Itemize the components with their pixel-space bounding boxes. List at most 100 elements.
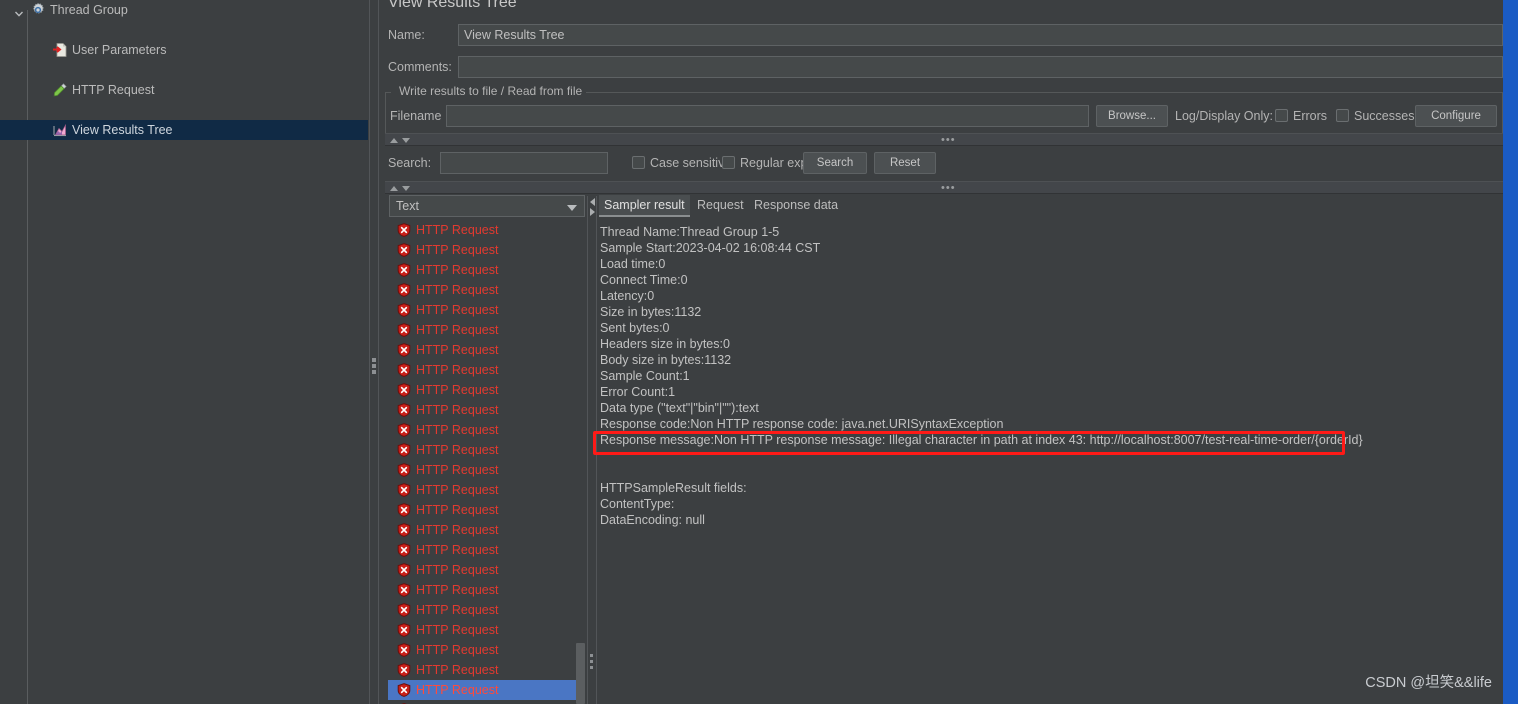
sampler-result-line: Load time:0 xyxy=(600,257,666,271)
result-list-item-label: HTTP Request xyxy=(416,403,499,417)
result-list-item[interactable]: HTTP Request xyxy=(388,300,576,320)
result-list-item-label: HTTP Request xyxy=(416,323,499,337)
result-list-item-label: HTTP Request xyxy=(416,383,499,397)
result-list-item-label: HTTP Request xyxy=(416,423,499,437)
tree-item-label: Thread Group xyxy=(50,3,128,17)
right-edge-blue-strip xyxy=(1503,0,1518,704)
result-list-item[interactable]: HTTP Request xyxy=(388,320,576,340)
tab-request[interactable]: Request xyxy=(692,195,749,217)
more-options-icon[interactable]: ••• xyxy=(941,134,956,147)
configure-button[interactable]: Configure xyxy=(1415,105,1497,127)
successes-checkbox[interactable] xyxy=(1336,109,1349,122)
result-list-item-label: HTTP Request xyxy=(416,443,499,457)
result-list-item-label: HTTP Request xyxy=(416,583,499,597)
result-list-item[interactable]: HTTP Request xyxy=(388,380,576,400)
tree-item-user-parameters[interactable]: User Parameters xyxy=(0,40,368,60)
sampler-result-line: Latency:0 xyxy=(600,289,655,303)
result-list-item[interactable]: HTTP Request xyxy=(388,560,576,580)
result-list-item[interactable]: HTTP Request xyxy=(388,520,576,540)
result-list-item[interactable]: HTTP Request xyxy=(388,400,576,420)
result-list-item[interactable]: HTTP Request xyxy=(388,460,576,480)
result-list-item[interactable]: HTTP Request xyxy=(388,660,576,680)
more-options-icon[interactable]: ••• xyxy=(941,182,956,195)
results-list[interactable]: HTTP Request HTTP Request HTTP Request HTTP… xyxy=(388,220,576,704)
tree-item-thread-group[interactable]: Thread Group xyxy=(0,0,368,20)
results-detail-split-divider[interactable] xyxy=(586,196,598,704)
collapse-down-icon[interactable] xyxy=(402,186,410,191)
error-shield-icon xyxy=(397,323,411,337)
case-sensitive-label: Case sensitive xyxy=(650,156,732,170)
result-list-item[interactable]: HTTP Request xyxy=(388,640,576,660)
tab-sampler-result[interactable]: Sampler result xyxy=(599,195,690,217)
name-input[interactable]: View Results Tree xyxy=(458,24,1503,46)
search-input[interactable] xyxy=(440,152,608,174)
chevron-down-icon[interactable] xyxy=(14,5,24,17)
sampler-result-line: HTTPSampleResult fields: xyxy=(600,481,747,495)
renderer-select[interactable]: Text xyxy=(389,195,585,217)
filename-input[interactable] xyxy=(446,105,1089,127)
tab-response-data[interactable]: Response data xyxy=(749,195,843,217)
error-shield-icon xyxy=(397,503,411,517)
result-list-item[interactable]: HTTP Request xyxy=(388,700,576,704)
result-list-item-label: HTTP Request xyxy=(416,523,499,537)
browse-button[interactable]: Browse... xyxy=(1096,105,1168,127)
result-list-item[interactable]: HTTP Request xyxy=(388,260,576,280)
search-button[interactable]: Search xyxy=(803,152,867,174)
case-sensitive-checkbox[interactable] xyxy=(632,156,645,169)
result-list-item[interactable]: HTTP Request xyxy=(388,220,576,240)
error-shield-icon xyxy=(397,683,411,697)
error-shield-icon xyxy=(397,363,411,377)
result-list-item[interactable]: HTTP Request xyxy=(388,340,576,360)
error-shield-icon xyxy=(397,303,411,317)
sampler-result-line: Connect Time:0 xyxy=(600,273,688,287)
collapse-bar-search[interactable]: ••• xyxy=(385,133,1503,146)
sampler-result-line: DataEncoding: null xyxy=(600,513,705,527)
comments-input[interactable] xyxy=(458,56,1503,78)
result-list-item[interactable]: HTTP Request xyxy=(388,420,576,440)
test-plan-tree[interactable]: Thread Group User Parameters HTTP Reques… xyxy=(0,0,368,704)
collapse-down-icon[interactable] xyxy=(402,138,410,143)
tree-item-view-results-tree[interactable]: View Results Tree xyxy=(0,120,368,140)
sampler-result-text[interactable]: Thread Name:Thread Group 1-5 Sample Start… xyxy=(600,224,1500,528)
errors-label: Errors xyxy=(1293,109,1328,123)
result-list-item[interactable]: HTTP Request xyxy=(388,620,576,640)
error-shield-icon xyxy=(397,523,411,537)
result-list-item-label: HTTP Request xyxy=(416,463,499,477)
successes-label: Successes xyxy=(1354,109,1415,123)
tree-item-label: HTTP Request xyxy=(72,83,155,97)
results-list-scrollbar[interactable] xyxy=(576,220,585,704)
result-list-item[interactable]: HTTP Request xyxy=(388,360,576,380)
error-shield-icon xyxy=(397,583,411,597)
sampler-blank-line xyxy=(600,448,1500,464)
main-split-divider[interactable] xyxy=(368,0,380,704)
error-shield-icon xyxy=(397,283,411,297)
filename-label: Filename xyxy=(390,109,442,123)
result-list-item[interactable]: HTTP Request xyxy=(388,240,576,260)
collapse-up-icon[interactable] xyxy=(390,186,398,191)
tree-item-http-request[interactable]: HTTP Request xyxy=(0,80,368,100)
result-list-item[interactable]: HTTP Request xyxy=(388,540,576,560)
comments-label: Comments: xyxy=(388,60,452,74)
result-list-item[interactable]: HTTP Request xyxy=(388,680,576,700)
collapse-up-icon[interactable] xyxy=(390,138,398,143)
errors-checkbox[interactable] xyxy=(1275,109,1288,122)
result-tabs[interactable]: Sampler result Request Response data xyxy=(599,195,879,217)
result-list-item[interactable]: HTTP Request xyxy=(388,600,576,620)
result-list-item-label: HTTP Request xyxy=(416,303,499,317)
error-shield-icon xyxy=(397,563,411,577)
regular-exp-checkbox[interactable] xyxy=(722,156,735,169)
error-shield-icon xyxy=(397,223,411,237)
error-shield-icon xyxy=(397,343,411,357)
scrollbar-thumb[interactable] xyxy=(576,643,585,704)
log-display-only-label: Log/Display Only: xyxy=(1175,109,1273,123)
sampler-result-line: ContentType: xyxy=(600,497,675,511)
result-list-item[interactable]: HTTP Request xyxy=(388,500,576,520)
result-list-item[interactable]: HTTP Request xyxy=(388,580,576,600)
reset-button[interactable]: Reset xyxy=(874,152,936,174)
result-list-item[interactable]: HTTP Request xyxy=(388,280,576,300)
sampler-result-line: Sample Start:2023-04-02 16:08:44 CST xyxy=(600,241,821,255)
chevron-down-icon[interactable] xyxy=(567,205,577,211)
collapse-bar-results[interactable]: ••• xyxy=(385,181,1503,194)
result-list-item[interactable]: HTTP Request xyxy=(388,440,576,460)
result-list-item[interactable]: HTTP Request xyxy=(388,480,576,500)
